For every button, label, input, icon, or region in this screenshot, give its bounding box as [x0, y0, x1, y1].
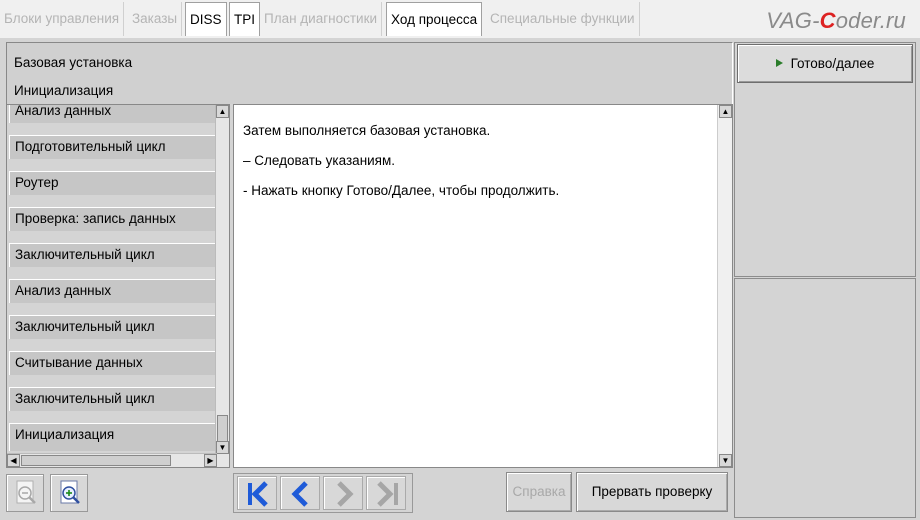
- step-list: Анализ данных Подготовительный цикл Роут…: [6, 104, 230, 468]
- list-item[interactable]: Анализ данных: [9, 279, 217, 303]
- tab-tpi[interactable]: TPI: [229, 2, 261, 36]
- site-logo: VAG-Coder.ru: [766, 8, 906, 33]
- last-step-button[interactable]: [366, 476, 406, 510]
- tab-special-functions[interactable]: Специальные функции: [486, 2, 640, 36]
- list-item[interactable]: Анализ данных: [9, 105, 217, 123]
- procedure-title: Базовая установка: [14, 55, 133, 70]
- scroll-right-icon[interactable]: ▶: [204, 454, 217, 467]
- instruction-text-area: Затем выполняется базовая установка. – С…: [233, 104, 733, 468]
- list-item[interactable]: Роутер: [9, 171, 217, 195]
- scroll-down-icon[interactable]: ▼: [216, 441, 229, 454]
- list-item[interactable]: Заключительный цикл: [9, 315, 217, 339]
- tab-diss[interactable]: DISS: [185, 2, 227, 36]
- list-item[interactable]: Проверка: запись данных: [9, 207, 217, 231]
- main-frame: Базовая установка Инициализация Готово/д…: [0, 38, 920, 520]
- bottom-toolbar: Справка Прервать проверку: [0, 470, 733, 518]
- first-step-button[interactable]: [237, 476, 277, 510]
- scroll-up-icon[interactable]: ▲: [719, 105, 732, 118]
- instruction-line: - Нажать кнопку Готово/Далее, чтобы прод…: [243, 183, 560, 198]
- content-vertical-scrollbar[interactable]: ▲ ▼: [717, 105, 732, 467]
- scroll-left-icon[interactable]: ◀: [7, 454, 20, 467]
- right-action-panel: Готово/далее: [734, 42, 916, 277]
- chevron-left-icon: [291, 481, 308, 507]
- scroll-thumb[interactable]: [21, 455, 171, 466]
- abort-check-button[interactable]: Прервать проверку: [576, 472, 728, 512]
- skip-first-icon: [248, 481, 268, 507]
- tab-process[interactable]: Ход процесса: [386, 2, 483, 36]
- top-tab-bar: Блоки управления Заказы DISS TPI План ди…: [0, 0, 920, 38]
- scroll-down-icon[interactable]: ▼: [719, 454, 732, 467]
- procedure-subtitle: Инициализация: [14, 83, 114, 98]
- tab-orders[interactable]: Заказы: [128, 2, 183, 36]
- instruction-line: – Следовать указаниям.: [243, 153, 396, 168]
- list-item[interactable]: Заключительный цикл: [9, 243, 217, 267]
- zoom-in-button[interactable]: [50, 474, 88, 512]
- right-lower-panel: [734, 278, 916, 518]
- ready-next-button[interactable]: Готово/далее: [737, 44, 913, 83]
- zoom-in-icon: [60, 480, 80, 504]
- scroll-up-icon[interactable]: ▲: [216, 105, 229, 118]
- previous-step-button[interactable]: [280, 476, 320, 510]
- tab-diagnostic-plan[interactable]: План диагностики: [260, 2, 383, 36]
- tab-control-units[interactable]: Блоки управления: [0, 2, 125, 36]
- play-icon: [775, 59, 783, 67]
- zoom-out-icon: [16, 480, 36, 504]
- navigation-button-group: [233, 473, 413, 513]
- instruction-line: Затем выполняется базовая установка.: [243, 123, 491, 138]
- list-item[interactable]: Считывание данных: [9, 351, 217, 375]
- chevron-right-icon: [337, 481, 354, 507]
- zoom-out-button[interactable]: [6, 474, 44, 512]
- help-button[interactable]: Справка: [506, 472, 572, 512]
- next-step-button[interactable]: [323, 476, 363, 510]
- list-item[interactable]: Заключительный цикл: [9, 387, 217, 411]
- skip-last-icon: [377, 481, 398, 507]
- step-list-vertical-scrollbar[interactable]: ▲ ▼: [215, 105, 229, 467]
- list-item[interactable]: Инициализация: [9, 423, 217, 451]
- procedure-header: Базовая установка Инициализация: [6, 42, 733, 104]
- list-item[interactable]: Подготовительный цикл: [9, 135, 217, 159]
- step-list-horizontal-scrollbar[interactable]: ◀ ▶: [7, 453, 217, 467]
